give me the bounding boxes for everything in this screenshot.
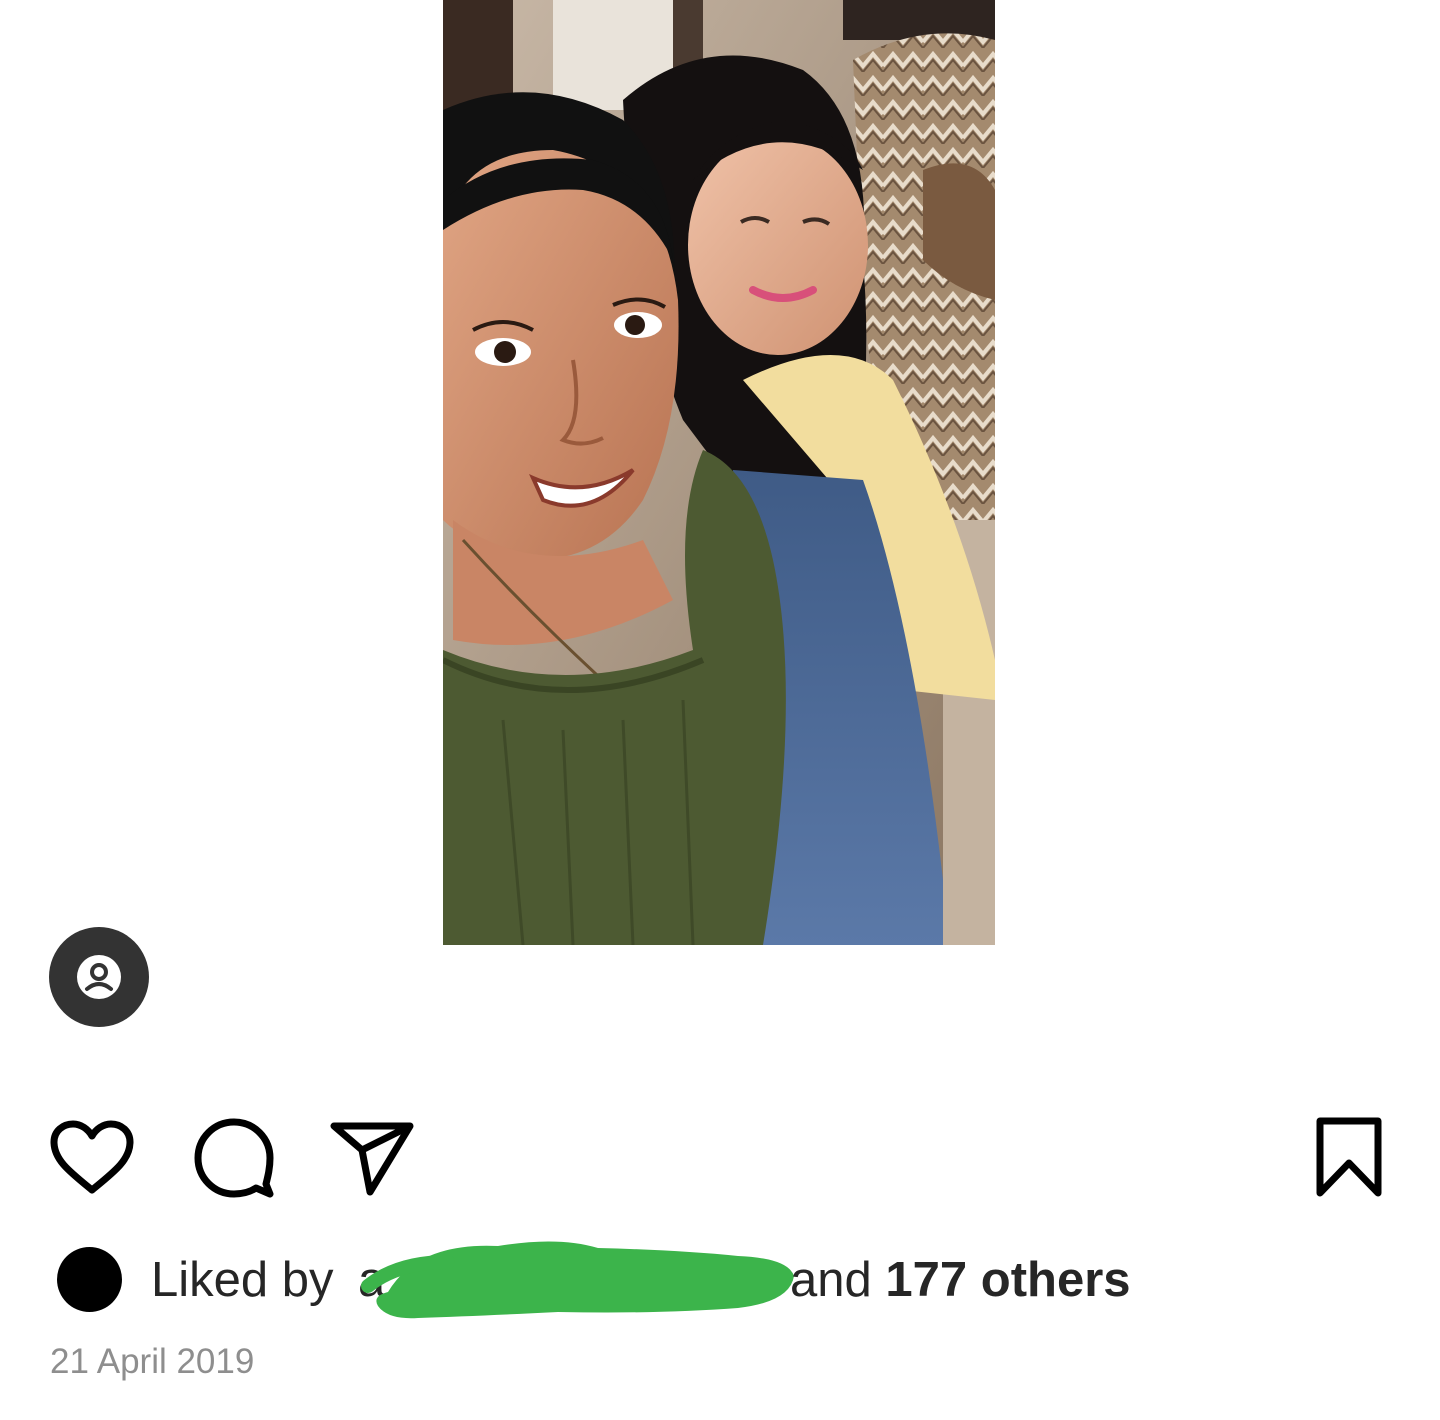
share-button[interactable]: [326, 1116, 418, 1200]
comment-button[interactable]: [188, 1116, 280, 1200]
others-count-link[interactable]: 177 others: [885, 1253, 1130, 1307]
liker-username[interactable]: a: [358, 1250, 418, 1310]
paper-plane-icon: [330, 1122, 414, 1196]
and-label: and: [790, 1253, 872, 1307]
post-photo[interactable]: [443, 0, 995, 945]
likes-summary: Liked by a and 177 others: [56, 1240, 1256, 1320]
liked-by-label: Liked by: [151, 1253, 334, 1307]
likes-others: and 177 others: [790, 1250, 1131, 1310]
post-date: 21 April 2019: [50, 1342, 255, 1381]
user-tag-icon: [77, 955, 121, 999]
save-button[interactable]: [1306, 1112, 1392, 1202]
instagram-post: Liked by a and 177 others 21 April 2019: [0, 0, 1440, 1420]
tag-people-button[interactable]: [49, 927, 149, 1027]
redaction-scribble: [361, 1241, 794, 1319]
like-button[interactable]: [46, 1116, 138, 1200]
comment-bubble-icon: [194, 1118, 274, 1198]
heart-icon: [50, 1120, 134, 1194]
bookmark-icon: [1316, 1117, 1382, 1197]
liker-avatar[interactable]: [57, 1247, 122, 1312]
